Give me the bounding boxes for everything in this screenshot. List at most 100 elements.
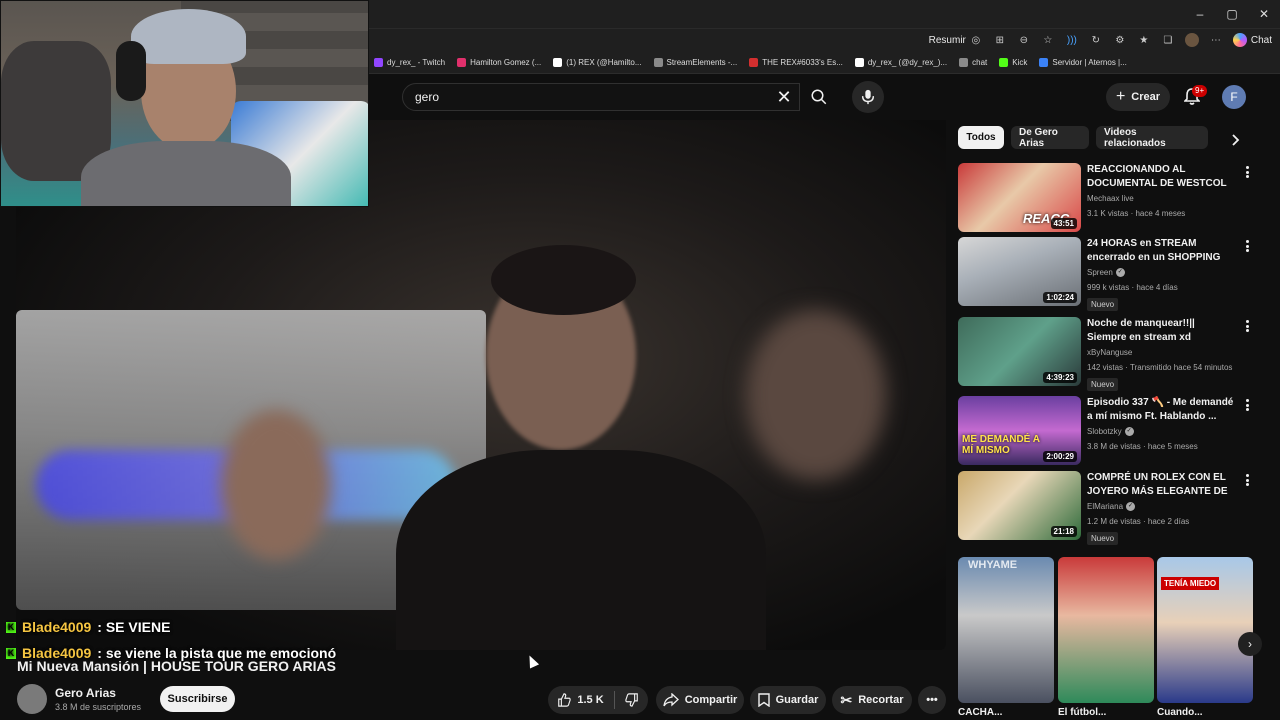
channel-name[interactable]: xByNanguse xyxy=(1087,348,1132,357)
zoom-icon[interactable]: ⊖ xyxy=(1017,33,1031,47)
more-options-icon[interactable]: ⋯ xyxy=(1209,33,1223,47)
video-thumbnail[interactable]: 1:02:24 xyxy=(958,237,1081,306)
channel-name[interactable]: Spreen ✓ xyxy=(1087,268,1125,277)
plus-icon: + xyxy=(1115,88,1126,105)
recommendation-4[interactable]: ME DEMANDÉ A MÍ MISMO 2:00:29 Episodio 3… xyxy=(958,396,1258,470)
thumbnail-overlay-text: ME DEMANDÉ A MÍ MISMO xyxy=(962,434,1040,456)
video-meta: 999 k vistas · hace 4 días xyxy=(1087,283,1178,292)
video-duration: 2:00:29 xyxy=(1043,451,1077,462)
favorite-star-icon[interactable]: ☆ xyxy=(1041,33,1055,47)
chip-from-channel[interactable]: De Gero Arias xyxy=(1011,126,1089,149)
search-input[interactable]: gero xyxy=(402,83,800,111)
short-thumbnail-2[interactable] xyxy=(1058,557,1154,703)
new-badge: Nuevo xyxy=(1087,532,1119,545)
short-title[interactable]: Cuando... xyxy=(1157,707,1253,718)
short-title[interactable]: CACHA... xyxy=(958,707,1054,718)
video-meta: 3.8 M de vistas · hace 5 meses xyxy=(1087,442,1198,451)
browser-toolbar: Resumir ◎ ⊞ ⊖ ☆ ))) ↻ ⚙ ★ ❏ ⋯ Chat xyxy=(929,28,1272,52)
channel-avatar[interactable] xyxy=(17,684,47,714)
video-thumbnail[interactable]: 4:39:23 xyxy=(958,317,1081,386)
webcam-person-shirt xyxy=(81,141,291,206)
bookmark-favicon-icon xyxy=(553,58,563,67)
video-thumbnail[interactable]: REACC 43:51 xyxy=(958,163,1081,232)
bookmark-item[interactable]: chat xyxy=(959,58,987,67)
video-duration: 4:39:23 xyxy=(1043,372,1077,383)
voice-search-button[interactable] xyxy=(852,81,884,113)
video-title[interactable]: Noche de manquear!!|| Siempre en stream … xyxy=(1087,317,1237,345)
like-button[interactable]: 1.5 K xyxy=(557,691,615,709)
maximize-button[interactable]: ▢ xyxy=(1216,0,1248,28)
short-thumbnail-1[interactable]: WHYAME xyxy=(958,557,1054,703)
copilot-chat-button[interactable]: Chat xyxy=(1232,33,1272,47)
clear-search-icon[interactable]: ✕ xyxy=(772,86,796,108)
summarize-button[interactable]: Resumir ◎ xyxy=(929,33,983,47)
video-thumbnail[interactable]: 21:18 xyxy=(958,471,1081,540)
more-actions-button[interactable]: ••• xyxy=(918,686,946,714)
refresh-icon[interactable]: ↻ xyxy=(1089,33,1103,47)
search-button[interactable] xyxy=(802,83,836,111)
video-frame-person-hair xyxy=(491,245,636,315)
kebab-menu-icon[interactable] xyxy=(1242,398,1252,412)
shorts-next-button[interactable]: › xyxy=(1238,632,1262,656)
close-window-button[interactable]: ✕ xyxy=(1248,0,1280,28)
kebab-menu-icon[interactable] xyxy=(1242,165,1252,179)
bookmark-item[interactable]: Kick xyxy=(999,58,1027,67)
verified-icon: ✓ xyxy=(1126,502,1136,511)
subscribe-button[interactable]: Suscribirse xyxy=(160,686,235,712)
bookmark-favicon-icon xyxy=(1039,58,1049,67)
channel-name[interactable]: Mechaax live xyxy=(1087,194,1134,203)
read-aloud-icon[interactable]: ))) xyxy=(1065,33,1079,47)
chevron-right-icon: › xyxy=(1248,637,1252,651)
account-avatar[interactable]: F xyxy=(1222,85,1246,109)
chip-related[interactable]: Videos relacionados xyxy=(1096,126,1208,149)
bookmark-item[interactable]: dy_rex_ - Twitch xyxy=(374,58,445,67)
share-button[interactable]: Compartir xyxy=(656,686,744,714)
dislike-button[interactable] xyxy=(621,693,639,707)
copilot-icon xyxy=(1232,33,1247,47)
bookmark-item[interactable]: dy_rex_ (@dy_rex_)... xyxy=(854,58,947,67)
bookmark-item[interactable]: Hamilton Gomez (... xyxy=(457,58,541,67)
channel-name[interactable]: Slobotzky ✓ xyxy=(1087,427,1134,436)
chips-next-button[interactable] xyxy=(1228,130,1244,150)
video-frame-person-body xyxy=(396,450,766,650)
channel-name[interactable]: ElMariana ✓ xyxy=(1087,502,1136,511)
recommendation-3[interactable]: 4:39:23 Noche de manquear!!|| Siempre en… xyxy=(958,317,1258,391)
create-button[interactable]: + Crear xyxy=(1106,83,1170,111)
recommendation-1[interactable]: REACC 43:51 REACCIONANDO AL DOCUMENTAL D… xyxy=(958,163,1258,237)
bookmark-item[interactable]: THE REX#6033's Es... xyxy=(749,58,843,67)
video-thumbnail[interactable]: ME DEMANDÉ A MÍ MISMO 2:00:29 xyxy=(958,396,1081,465)
profile-avatar-icon[interactable] xyxy=(1184,33,1199,47)
extensions-icon[interactable]: ⚙ xyxy=(1113,33,1127,47)
like-count: 1.5 K xyxy=(577,694,604,706)
chip-all[interactable]: Todos xyxy=(958,126,1004,149)
recommendation-2[interactable]: 1:02:24 24 HORAS en STREAM encerrado en … xyxy=(958,237,1258,311)
thumbs-up-icon xyxy=(558,693,572,707)
webcam-headphones xyxy=(116,41,146,101)
bookmark-favicon-icon xyxy=(653,58,663,67)
bookmark-item[interactable]: Servidor | Aternos |... xyxy=(1039,58,1127,67)
new-badge: Nuevo xyxy=(1087,378,1119,391)
minimize-button[interactable]: – xyxy=(1184,0,1216,28)
bookmark-favicon-icon xyxy=(854,58,864,67)
bookmark-item[interactable]: StreamElements -... xyxy=(653,58,737,67)
channel-name[interactable]: Gero Arias xyxy=(55,686,116,700)
collections-icon[interactable]: ❏ xyxy=(1161,33,1175,47)
recommendation-5[interactable]: 21:18 COMPRÉ UN ROLEX CON EL JOYERO MÁS … xyxy=(958,471,1258,545)
kebab-menu-icon[interactable] xyxy=(1242,473,1252,487)
verified-icon: ✓ xyxy=(1124,427,1134,436)
video-title[interactable]: 24 HORAS en STREAM encerrado en un SHOPP… xyxy=(1087,237,1237,265)
bookmark-item[interactable]: (1) REX (@Hamilto... xyxy=(553,58,642,67)
video-title[interactable]: REACCIONANDO AL DOCUMENTAL DE WESTCOL ..… xyxy=(1087,163,1237,191)
chevron-right-icon xyxy=(1232,134,1240,146)
video-title[interactable]: Episodio 337 🪓 - Me demandé a mí mismo F… xyxy=(1087,396,1237,424)
short-thumbnail-3[interactable]: TENÍA MIEDO xyxy=(1157,557,1253,703)
video-title[interactable]: COMPRÉ UN ROLEX CON EL JOYERO MÁS ELEGAN… xyxy=(1087,471,1237,499)
clip-button[interactable]: ✂ Recortar xyxy=(832,686,912,714)
split-screen-icon[interactable]: ⊞ xyxy=(993,33,1007,47)
chat-message-1: K Blade4009 : SE VIENE xyxy=(6,619,171,635)
kebab-menu-icon[interactable] xyxy=(1242,239,1252,253)
favorites-icon[interactable]: ★ xyxy=(1137,33,1151,47)
short-title[interactable]: El fútbol... xyxy=(1058,707,1154,718)
kebab-menu-icon[interactable] xyxy=(1242,319,1252,333)
save-button[interactable]: Guardar xyxy=(750,686,826,714)
